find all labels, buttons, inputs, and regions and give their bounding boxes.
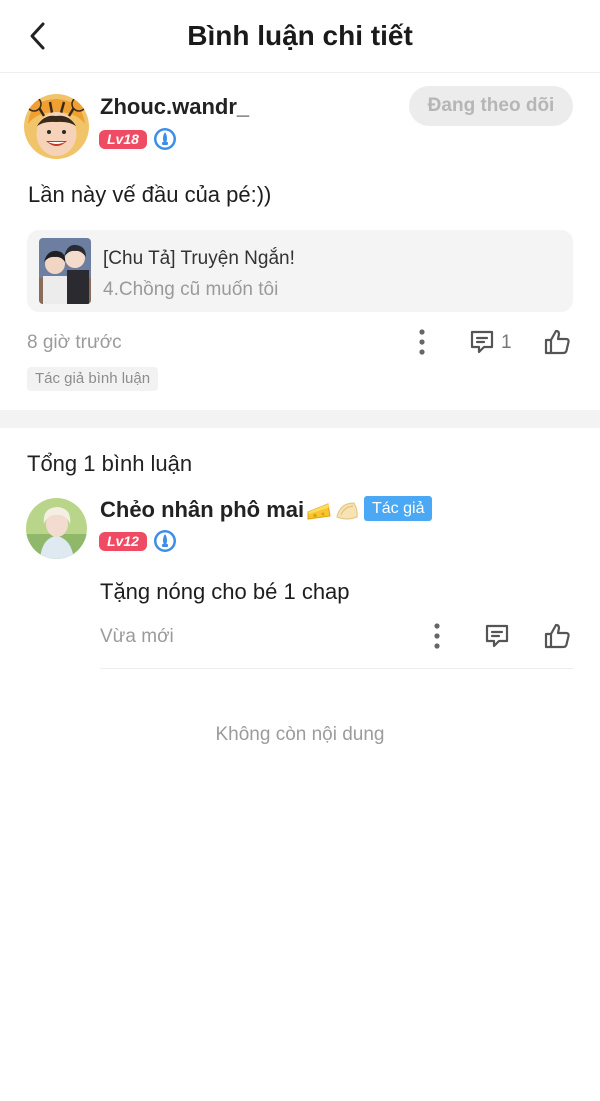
comment-timestamp: Vừa mới [100, 626, 174, 647]
gem-badge-icon [154, 128, 176, 150]
commenter-name[interactable]: Chẻo nhân phô mai [100, 497, 360, 523]
more-dots-icon [434, 623, 440, 649]
post-author-avatar[interactable] [24, 94, 89, 159]
commenter-avatar[interactable] [26, 498, 87, 559]
post-author-level-badge: Lv18 [99, 130, 147, 149]
post-text: Lần này vế đầu của pé:)) [28, 182, 272, 207]
post-reply-button[interactable] [465, 326, 499, 358]
comic-title: [Chu Tả] Truyện Ngắn! [103, 248, 295, 269]
comment-like-button[interactable] [540, 620, 574, 652]
post-author-gem-badge [153, 127, 177, 151]
comment-text: Tặng nóng cho bé 1 chap [100, 579, 350, 604]
author-chip: Tác giả [364, 496, 433, 521]
commenter-name-text: Chẻo nhân phô mai [100, 497, 305, 522]
comment-reply-button[interactable] [480, 620, 514, 652]
comic-cover-image [39, 238, 91, 304]
post-like-button[interactable] [540, 326, 574, 358]
top-bar: Bình luận chi tiết [0, 0, 600, 73]
thumbs-up-icon [544, 623, 570, 649]
comment-divider [100, 668, 573, 669]
author-comment-tag: Tác giả bình luận [27, 367, 159, 391]
cheese-emoji [307, 503, 331, 520]
comment-icon [470, 330, 494, 354]
page-title: Bình luận chi tiết [187, 20, 413, 51]
section-divider [0, 410, 600, 428]
post-author-name[interactable]: Zhouc.wandr_ [100, 94, 249, 120]
comment-total-label: Tổng 1 bình luận [27, 451, 193, 476]
more-dots-icon [419, 329, 425, 355]
comic-link-card[interactable]: [Chu Tả] Truyện Ngắn! 4.Chồng cũ muốn tô… [27, 230, 573, 312]
post-timestamp: 8 giờ trước [27, 332, 122, 353]
end-of-content-label: Không còn nội dung [215, 724, 385, 745]
comment-detail-page: Bình luận chi tiết Zhouc.wandr_ Lv18 Đan… [0, 0, 600, 1101]
commenter-level-badge: Lv12 [99, 532, 147, 551]
dumpling-emoji [336, 502, 358, 520]
post-more-button[interactable] [408, 326, 436, 358]
commenter-gem-badge [153, 529, 177, 553]
comment-icon [485, 624, 509, 648]
gem-badge-icon [154, 530, 176, 552]
comic-chapter: 4.Chồng cũ muốn tôi [103, 279, 279, 300]
follow-button[interactable]: Đang theo dõi [409, 86, 573, 126]
comment-more-button[interactable] [423, 620, 451, 652]
thumbs-up-icon [544, 329, 570, 355]
post-reply-count: 1 [501, 332, 512, 353]
